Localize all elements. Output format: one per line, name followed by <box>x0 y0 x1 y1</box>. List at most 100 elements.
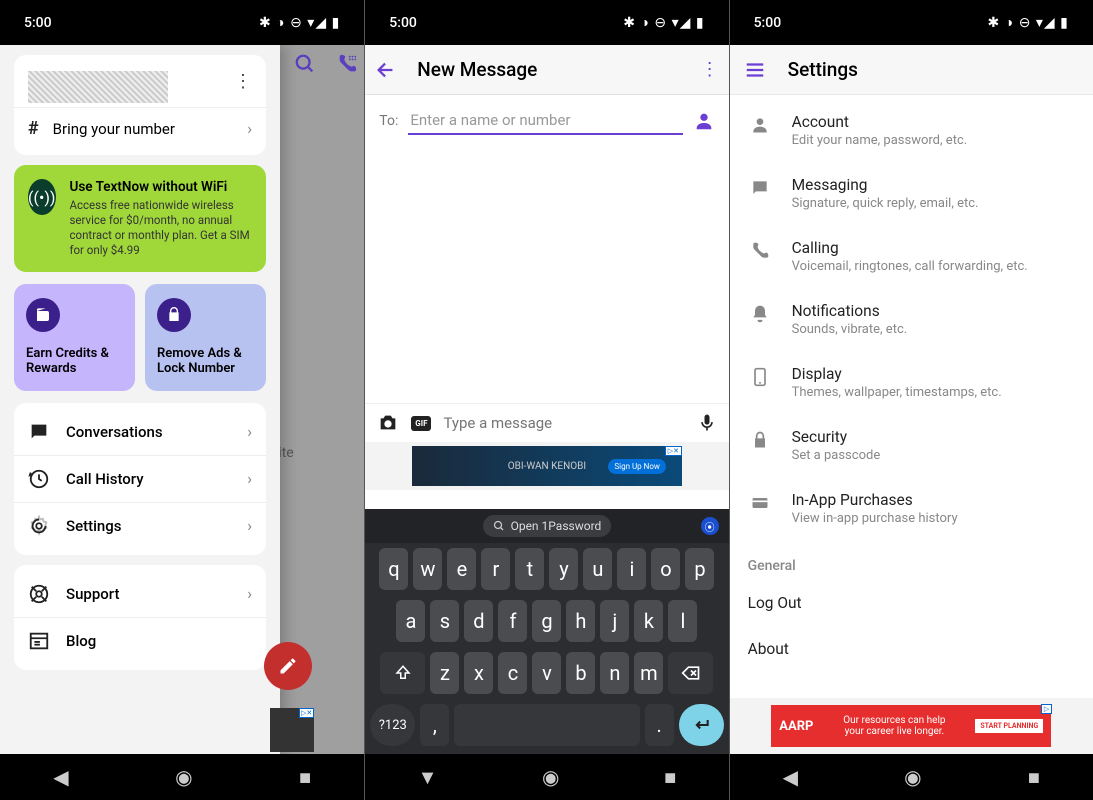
promo-card[interactable]: ((•)) Use TextNow without WiFi Access fr… <box>14 165 266 272</box>
nav-home-icon[interactable]: ◉ <box>175 765 192 789</box>
settings-calling[interactable]: CallingVoicemail, ringtones, call forwar… <box>730 225 1093 288</box>
navigation-drawer: ⋮ #Bring your number › ((•)) Use TextNow… <box>0 45 280 754</box>
contact-icon[interactable] <box>693 110 715 132</box>
settings-security[interactable]: SecuritySet a passcode <box>730 414 1093 477</box>
compose-fab[interactable] <box>264 642 312 690</box>
to-row: To: <box>365 95 728 143</box>
more-icon[interactable]: ⋮ <box>234 71 252 92</box>
key-q[interactable]: q <box>379 548 408 590</box>
nav-recent-icon[interactable]: ■ <box>1028 765 1040 790</box>
logout-row[interactable]: Log Out <box>730 580 1093 626</box>
key-x[interactable]: x <box>464 652 493 694</box>
key-e[interactable]: e <box>447 548 476 590</box>
settings-messaging[interactable]: MessagingSignature, quick reply, email, … <box>730 162 1093 225</box>
key-w[interactable]: w <box>413 548 442 590</box>
section-header-general: General <box>730 544 1093 580</box>
key-v[interactable]: v <box>532 652 561 694</box>
key-f[interactable]: f <box>498 600 527 642</box>
enter-key[interactable] <box>679 704 724 746</box>
mic-icon[interactable] <box>697 413 717 433</box>
menu-support[interactable]: Support› <box>14 571 266 617</box>
screen-title: Settings <box>788 58 858 81</box>
more-icon[interactable]: ⋮ <box>701 59 719 80</box>
chevron-right-icon: › <box>247 119 252 138</box>
ad-signup-button[interactable]: Sign Up Now <box>608 459 666 474</box>
bring-your-number-row[interactable]: #Bring your number › <box>14 107 266 149</box>
key-n[interactable]: n <box>600 652 629 694</box>
key-i[interactable]: i <box>617 548 646 590</box>
status-time: 5:00 <box>754 15 782 31</box>
nav-back-icon[interactable]: ◀ <box>53 765 68 789</box>
message-input[interactable] <box>443 414 684 432</box>
settings-in-app-purchases[interactable]: In-App PurchasesView in-app purchase his… <box>730 477 1093 540</box>
ad-cta-button[interactable]: START PLANNING <box>975 719 1043 733</box>
key-b[interactable]: b <box>566 652 595 694</box>
back-arrow-icon[interactable] <box>375 59 397 81</box>
settings-notifications[interactable]: NotificationsSounds, vibrate, etc. <box>730 288 1093 351</box>
key-g[interactable]: g <box>532 600 561 642</box>
key-t[interactable]: t <box>515 548 544 590</box>
nav-recent-icon[interactable]: ■ <box>664 765 676 790</box>
android-nav-bar: ◀ ◉ ■ <box>0 754 364 800</box>
key-d[interactable]: d <box>464 600 493 642</box>
earn-credits-card[interactable]: Earn Credits & Rewards <box>14 284 135 391</box>
key-l[interactable]: l <box>668 600 697 642</box>
hamburger-icon[interactable] <box>744 59 766 81</box>
nav-home-icon[interactable]: ◉ <box>904 765 921 789</box>
recipient-input[interactable] <box>408 107 682 135</box>
about-row[interactable]: About <box>730 626 1093 672</box>
key-j[interactable]: j <box>600 600 629 642</box>
settings-row-icon <box>748 428 772 450</box>
numbers-key[interactable]: ?123 <box>370 704 415 746</box>
status-bar: 5:00 ✱ ◑ ⊖ ▾◢ ▮ <box>0 0 364 45</box>
shift-key[interactable] <box>380 652 425 694</box>
remove-ads-card[interactable]: Remove Ads & Lock Number <box>145 284 266 391</box>
settings-account[interactable]: AccountEdit your name, password, etc. <box>730 99 1093 162</box>
nav-home-icon[interactable]: ◉ <box>542 765 559 789</box>
key-c[interactable]: c <box>498 652 527 694</box>
key-y[interactable]: y <box>549 548 578 590</box>
onepassword-icon[interactable]: ⦿ <box>701 517 719 535</box>
search-icon[interactable] <box>294 53 316 75</box>
app-bar: New Message ⋮ <box>365 45 728 95</box>
key-a[interactable]: a <box>396 600 425 642</box>
settings-display[interactable]: DisplayThemes, wallpaper, timestamps, et… <box>730 351 1093 414</box>
menu-blog[interactable]: Blog <box>14 617 266 664</box>
camera-icon[interactable] <box>377 412 399 434</box>
phone-1-drawer: 5:00 ✱ ◑ ⊖ ▾◢ ▮ ite ⋮ #Bring your number… <box>0 0 364 800</box>
key-r[interactable]: r <box>481 548 510 590</box>
key-z[interactable]: z <box>430 652 459 694</box>
nav-back-icon[interactable]: ▼ <box>418 765 438 790</box>
key-h[interactable]: h <box>566 600 595 642</box>
key-p[interactable]: p <box>685 548 714 590</box>
screen-title: New Message <box>417 58 680 81</box>
lock-bag-icon <box>157 298 191 332</box>
corner-ad[interactable]: ▷✕ <box>270 708 314 752</box>
key-m[interactable]: m <box>634 652 663 694</box>
menu-call-history[interactable]: Call History› <box>14 455 266 502</box>
key-s[interactable]: s <box>430 600 459 642</box>
chevron-right-icon: › <box>247 516 252 535</box>
key-u[interactable]: u <box>583 548 612 590</box>
comma-key[interactable]: , <box>420 704 449 746</box>
banner-ad[interactable]: ▷ AARP Our resources can helpyour career… <box>730 698 1093 754</box>
status-icons: ✱ ◑ ⊖ ▾◢ ▮ <box>623 14 704 31</box>
space-key[interactable] <box>454 704 639 746</box>
settings-row-icon <box>748 113 772 135</box>
android-nav-bar: ◀ ◉ ■ <box>730 754 1093 800</box>
menu-settings[interactable]: Settings› <box>14 502 266 549</box>
soft-keyboard: Open 1Password ⦿ qwertyuiop asdfghjkl zx… <box>365 509 728 754</box>
banner-ad[interactable]: ▷✕ OBI-WAN KENOBI Sign Up Now <box>365 442 728 490</box>
key-k[interactable]: k <box>634 600 663 642</box>
backspace-key[interactable] <box>668 652 713 694</box>
period-key[interactable]: . <box>645 704 674 746</box>
nav-back-icon[interactable]: ◀ <box>783 765 798 789</box>
password-suggestion[interactable]: Open 1Password <box>483 515 612 537</box>
nav-recent-icon[interactable]: ■ <box>299 765 311 790</box>
menu-conversations[interactable]: Conversations› <box>14 409 266 455</box>
dialpad-icon[interactable] <box>336 53 358 75</box>
key-o[interactable]: o <box>651 548 680 590</box>
wifi-icon: ((•)) <box>28 179 56 215</box>
status-icons: ✱ ◑ ⊖ ▾◢ ▮ <box>259 14 340 31</box>
gif-icon[interactable]: GIF <box>411 416 431 431</box>
